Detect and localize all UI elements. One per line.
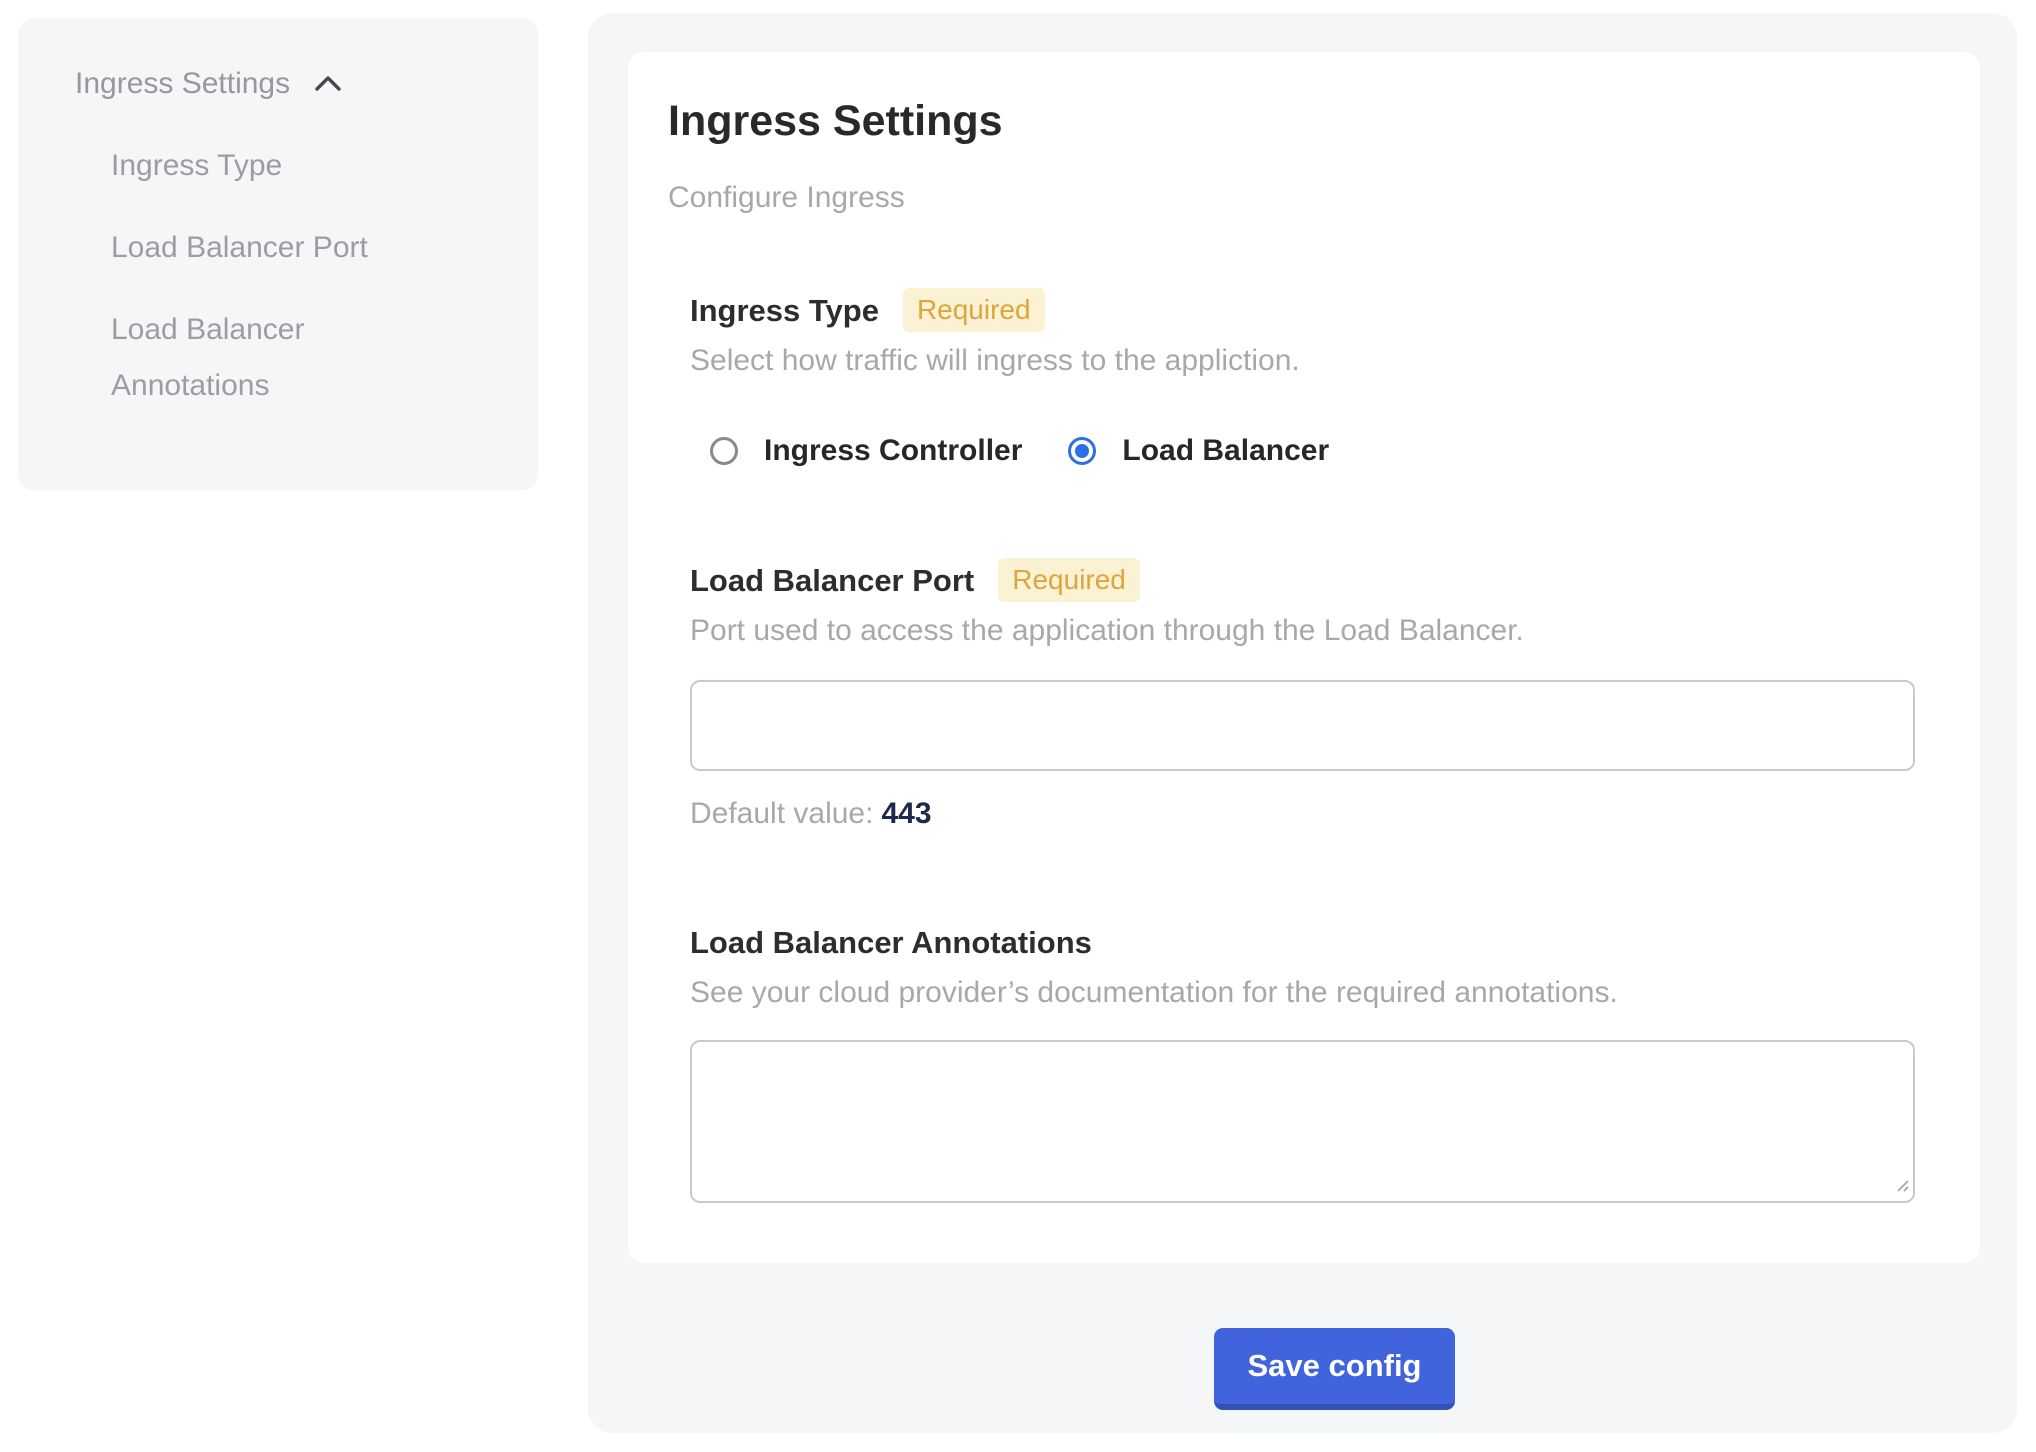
required-badge: Required xyxy=(998,558,1140,602)
section-heading-load-balancer-port: Load Balancer Port xyxy=(690,559,974,602)
form-sections: Ingress Type Required Select how traffic… xyxy=(690,288,1915,1203)
settings-sidebar: Ingress Settings Ingress Type Load Balan… xyxy=(18,18,538,490)
sidebar-item-list: Ingress Type Load Balancer Port Load Bal… xyxy=(111,138,451,414)
sidebar-item-load-balancer-port[interactable]: Load Balancer Port xyxy=(111,220,451,276)
section-description-load-balancer-annotations: See your cloud provider’s documentation … xyxy=(690,974,1915,1012)
sidebar-group-label: Ingress Settings xyxy=(75,66,290,102)
ingress-type-radio-group: Ingress Controller Load Balancer xyxy=(690,432,1915,470)
load-balancer-port-input[interactable] xyxy=(690,680,1915,771)
radio-option-load-balancer[interactable]: Load Balancer xyxy=(1068,432,1329,470)
chevron-up-icon xyxy=(312,72,344,96)
radio-label: Ingress Controller xyxy=(764,432,1022,470)
required-badge: Required xyxy=(903,288,1045,332)
ingress-settings-card: Ingress Settings Configure Ingress Ingre… xyxy=(628,52,1980,1263)
annotations-textarea-wrap xyxy=(690,1040,1915,1203)
section-heading-row: Load Balancer Annotations xyxy=(690,921,1915,964)
section-heading-load-balancer-annotations: Load Balancer Annotations xyxy=(690,921,1092,964)
sidebar-group-ingress-settings[interactable]: Ingress Settings xyxy=(75,66,498,102)
sidebar-item-load-balancer-annotations[interactable]: Load Balancer Annotations xyxy=(111,302,451,414)
section-load-balancer-annotations: Load Balancer Annotations See your cloud… xyxy=(690,921,1915,1203)
resize-handle-icon[interactable] xyxy=(1892,1175,1910,1198)
default-value-line: Default value:443 xyxy=(690,795,1915,833)
section-heading-ingress-type: Ingress Type xyxy=(690,289,879,332)
radio-label: Load Balancer xyxy=(1122,432,1329,470)
save-config-button[interactable]: Save config xyxy=(1214,1328,1455,1410)
default-value-label: Default value: xyxy=(690,797,873,830)
page-title: Ingress Settings xyxy=(668,98,1915,144)
radio-button-icon[interactable] xyxy=(1068,437,1096,465)
main-panel: Ingress Settings Configure Ingress Ingre… xyxy=(588,13,2017,1433)
radio-button-icon[interactable] xyxy=(710,437,738,465)
load-balancer-annotations-textarea[interactable] xyxy=(690,1040,1915,1203)
section-load-balancer-port: Load Balancer Port Required Port used to… xyxy=(690,558,1915,833)
section-ingress-type: Ingress Type Required Select how traffic… xyxy=(690,288,1915,470)
radio-option-ingress-controller[interactable]: Ingress Controller xyxy=(710,432,1022,470)
sidebar-item-ingress-type[interactable]: Ingress Type xyxy=(111,138,451,194)
section-description-load-balancer-port: Port used to access the application thro… xyxy=(690,612,1915,650)
default-value: 443 xyxy=(881,797,931,830)
page-subtitle: Configure Ingress xyxy=(668,180,1915,216)
section-heading-row: Load Balancer Port Required xyxy=(690,558,1915,602)
section-heading-row: Ingress Type Required xyxy=(690,288,1915,332)
section-description-ingress-type: Select how traffic will ingress to the a… xyxy=(690,342,1915,380)
